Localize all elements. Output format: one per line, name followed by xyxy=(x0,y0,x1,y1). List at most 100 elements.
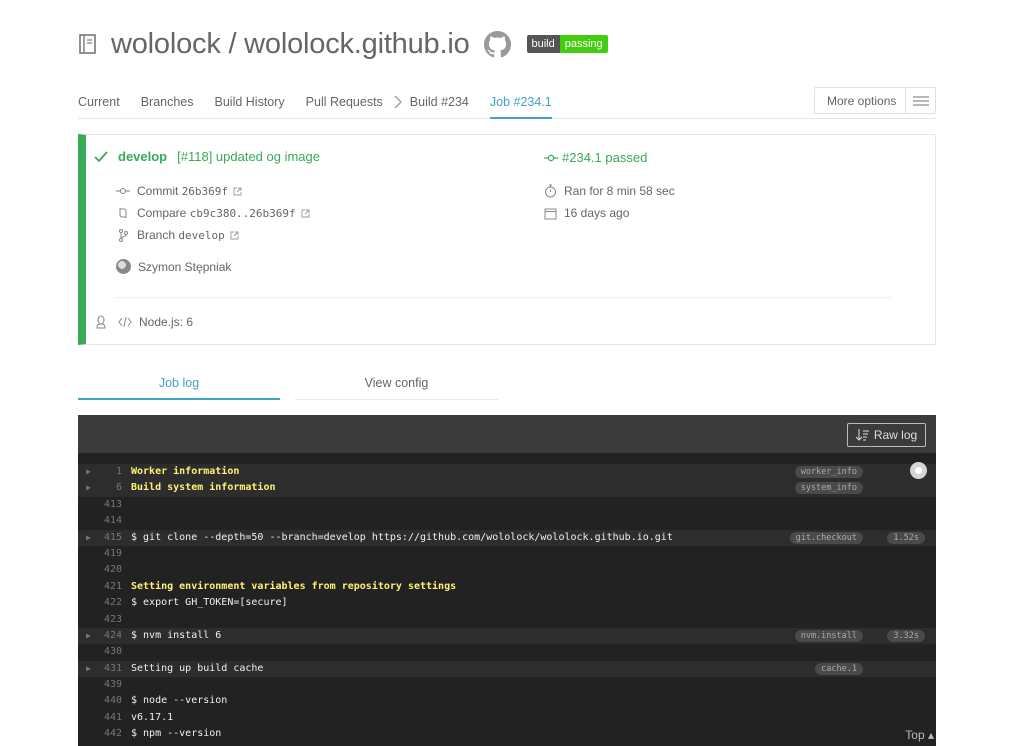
branch-name-link[interactable]: develop xyxy=(118,149,167,164)
log-line: 419 xyxy=(78,546,936,562)
raw-log-button[interactable]: Raw log xyxy=(847,423,926,447)
repo-title[interactable]: wololock / wololock.github.io xyxy=(111,28,470,61)
line-text: $ nvm install 6 xyxy=(131,629,222,641)
branch-name-link[interactable]: develop xyxy=(178,229,224,242)
github-icon[interactable] xyxy=(483,30,511,58)
log-lines: ▶ 1 Worker information worker_info ▶ 6 Build s… xyxy=(78,464,936,743)
line-text: v6.17.1 xyxy=(131,711,174,723)
raw-log-label: Raw log xyxy=(873,428,918,442)
line-number[interactable]: 431 xyxy=(92,661,122,677)
line-number[interactable]: 414 xyxy=(92,513,122,529)
line-number[interactable]: 441 xyxy=(92,710,122,726)
check-icon xyxy=(94,150,108,163)
log-line: 413 xyxy=(78,497,936,513)
fold-duration: 3.32s xyxy=(887,629,925,642)
avatar xyxy=(116,259,131,274)
commit-hash-link[interactable]: 26b369f xyxy=(182,185,228,198)
line-text: Worker information xyxy=(131,466,240,477)
tab-view-config[interactable]: View config xyxy=(295,370,498,400)
commit-label: Commit xyxy=(137,184,179,198)
duration-text: Ran for 8 min 58 sec xyxy=(564,184,675,198)
build-status-badge[interactable]: build passing xyxy=(526,35,608,53)
fold-duration: 1.52s xyxy=(887,531,925,544)
line-text: $ npm --version xyxy=(131,728,222,740)
duration-row: Ran for 8 min 58 sec xyxy=(543,184,675,198)
fold-arrow-icon[interactable]: ▶ xyxy=(86,530,91,546)
commit-icon xyxy=(116,184,130,198)
branch-row: Branch develop xyxy=(116,228,239,242)
tab-job-log[interactable]: Job log xyxy=(78,370,280,400)
line-number[interactable]: 6 xyxy=(92,480,122,496)
external-link-icon[interactable] xyxy=(233,187,242,196)
commit-message: [#118] updated og image xyxy=(177,149,320,164)
line-number[interactable]: 1 xyxy=(92,464,122,480)
log-line: 423 xyxy=(78,612,936,628)
tab-job[interactable]: Job #234.1 xyxy=(489,95,552,119)
log-toolbar: Raw log xyxy=(78,415,936,453)
build-summary-card: develop [#118] updated og image #234.1 p… xyxy=(78,134,936,345)
log-line: 442 $ npm --version xyxy=(78,726,936,742)
log-line: 439 xyxy=(78,677,936,693)
top-label: Top xyxy=(905,728,925,742)
log-line: 420 xyxy=(78,562,936,578)
line-number[interactable]: 439 xyxy=(92,677,122,693)
fold-arrow-icon[interactable]: ▶ xyxy=(86,628,91,644)
log-line[interactable]: ▶ 6 Build system information system_info xyxy=(78,480,936,497)
line-number[interactable]: 419 xyxy=(92,546,122,562)
tab-pull-requests[interactable]: Pull Requests xyxy=(306,95,383,109)
branch-icon xyxy=(116,228,130,242)
compare-range-link[interactable]: cb9c380..26b369f xyxy=(190,207,296,220)
tab-build[interactable]: Build #234 xyxy=(410,95,469,109)
hamburger-icon xyxy=(905,88,935,113)
line-number[interactable]: 421 xyxy=(92,579,122,595)
external-link-icon[interactable] xyxy=(230,231,239,240)
chevron-right-icon xyxy=(394,95,403,109)
more-options-button[interactable]: More options xyxy=(814,87,936,114)
author-row: Szymon Stępniak xyxy=(116,259,231,274)
follow-log-toggle[interactable] xyxy=(910,462,927,479)
stopwatch-icon xyxy=(543,184,557,198)
line-number[interactable]: 420 xyxy=(92,562,122,578)
scroll-to-top-link[interactable]: Top ▴ xyxy=(905,728,934,742)
caret-up-icon: ▴ xyxy=(927,728,934,742)
fold-tag: git.checkout xyxy=(789,531,863,544)
fold-arrow-icon[interactable]: ▶ xyxy=(86,480,91,496)
line-text: Setting up build cache xyxy=(131,662,264,674)
fold-tag: system_info xyxy=(794,482,863,495)
log-line: 414 xyxy=(78,513,936,529)
line-number[interactable]: 442 xyxy=(92,726,122,742)
external-link-icon[interactable] xyxy=(301,209,310,218)
tab-current[interactable]: Current xyxy=(78,95,120,109)
fold-arrow-icon[interactable]: ▶ xyxy=(86,464,91,480)
line-number[interactable]: 422 xyxy=(92,595,122,611)
job-log-viewer: Raw log ▶ 1 Worker information worker_info ▶… xyxy=(78,415,936,746)
log-line[interactable]: ▶ 1 Worker information worker_info xyxy=(78,464,936,481)
divider xyxy=(116,297,891,298)
tab-build-history[interactable]: Build History xyxy=(215,95,285,109)
line-number[interactable]: 413 xyxy=(92,497,122,513)
log-line[interactable]: ▶ 424 $ nvm install 6 nvm.install 3.32s xyxy=(78,627,936,645)
branch-label: Branch xyxy=(137,228,176,242)
line-number[interactable]: 430 xyxy=(92,644,122,660)
tab-branches[interactable]: Branches xyxy=(141,95,194,109)
line-number[interactable]: 424 xyxy=(92,628,122,644)
line-number[interactable]: 415 xyxy=(92,530,122,546)
compare-label: Compare xyxy=(137,206,187,220)
line-number[interactable]: 440 xyxy=(92,693,122,709)
line-text: $ git clone --depth=50 --branch=develop … xyxy=(131,531,673,543)
log-line[interactable]: ▶ 415 $ git clone --depth=50 --branch=deve… xyxy=(78,529,936,546)
log-line: 421 Setting environment variables from re… xyxy=(78,579,936,595)
log-line: 440 $ node --version xyxy=(78,693,936,709)
badge-value: passing xyxy=(559,35,608,53)
fold-tag: cache.1 xyxy=(815,662,863,675)
log-line[interactable]: ▶ 431 Setting up build cache cache.1 xyxy=(78,660,936,678)
log-line: 422 $ export GH_TOKEN=[secure] xyxy=(78,595,936,611)
compare-icon xyxy=(116,206,130,220)
line-text: $ export GH_TOKEN=[secure] xyxy=(131,597,288,609)
fold-arrow-icon[interactable]: ▶ xyxy=(86,661,91,677)
repo-navigation: Current Branches Build History Pull Requ… xyxy=(78,86,936,119)
linux-icon xyxy=(94,315,108,329)
repo-header: wololock / wololock.github.io build pass… xyxy=(78,24,608,64)
fold-tag: nvm.install xyxy=(794,629,863,642)
line-number[interactable]: 423 xyxy=(92,612,122,628)
